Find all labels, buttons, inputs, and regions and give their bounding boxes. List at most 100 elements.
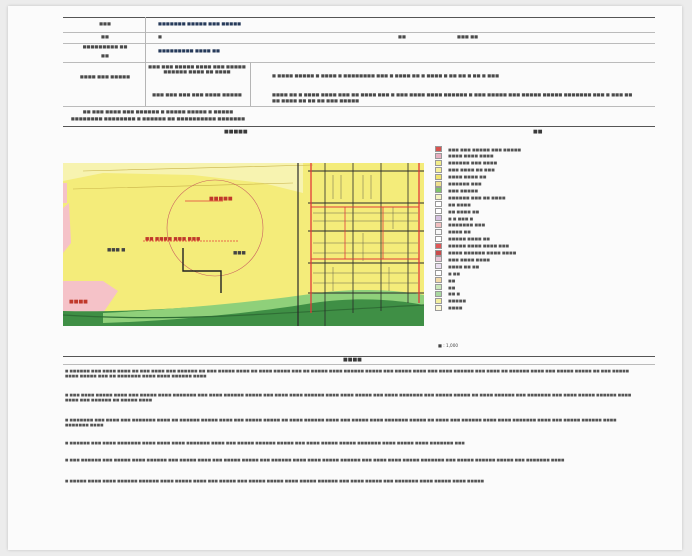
legend-swatch (435, 304, 442, 311)
map-scale: ■ : 1,000 (438, 343, 459, 348)
legend-item: ■■■■■■■ ■■■ (435, 221, 486, 228)
legend-item: ■■■■■■ ■■■ ■■■■ (435, 159, 498, 166)
legend-swatch (435, 180, 442, 187)
legend-label: ■■ (448, 284, 456, 290)
row4-value1: ■ ■■■■ ■■■■■ ■ ■■■■ ■ ■■■■■■■■ ■■■ ■ ■■■… (272, 73, 500, 78)
table-note-1: ■■ ■■■ ■■■■ ■■■ ■■■■■■ ■ ■■■■■ ■■■■■ ■ ■… (82, 109, 234, 114)
map-label: ■■■■■ (209, 196, 233, 202)
legend-label: ■■■■■ ■■■■ ■■■■ ■■■ (448, 243, 510, 249)
legend-swatch (435, 297, 442, 304)
legend-swatch (435, 152, 442, 159)
legend-label: ■■■ ■■■■ ■■■■ (448, 256, 490, 262)
legend-swatch (435, 228, 442, 235)
legend-item: ■■ ■ (435, 290, 460, 297)
table-rule (63, 106, 655, 107)
legend-label: ■■■■■■ ■■■ (448, 181, 482, 186)
legend-item: ■■■■ ■■■■ ■■■■ (435, 152, 494, 159)
paragraph: ■ ■■■ ■■■■■■ ■■■ ■■■■■ ■■■■ ■■■■■■ ■■■ ■… (65, 458, 565, 462)
paragraph: ■ ■■■■■■■ ■■■ ■■■■ ■■■ ■■■■■■■ ■■■■ ■■ ■… (65, 418, 617, 427)
table-note-2: ■■■■■■■■ ■■■■■■■■ ■ ■■■■■■ ■■ ■■■■■■■■■■… (70, 116, 246, 121)
legend-swatch (435, 166, 442, 173)
legend-item: ■■■■■ ■■■■ ■■ (435, 235, 490, 242)
row3-label: ■■■■■■■■■ ■■ (82, 44, 128, 49)
legend-label: ■■■■■■ ■■■ ■■■■ (448, 160, 498, 166)
legend-item: ■■■ ■■■ ■■■■■ ■■■ ■■■■■ (435, 146, 521, 152)
legend-swatch (435, 277, 442, 284)
legend-label: ■■ ■■■■ ■■ (448, 208, 480, 214)
legend-swatch (435, 263, 442, 270)
legend-label: ■ ■ ■■■ ■ (448, 215, 474, 221)
map-label: ■■ ■■■■ ■■■ ■■■ (145, 237, 200, 242)
row2-label2: ■■ (398, 34, 406, 39)
legend-label: ■■■■ ■■■■■■ ■■■■ ■■■■ (448, 250, 517, 255)
legend-swatch (435, 270, 442, 277)
row2-label: ■■ (101, 34, 109, 39)
legend-item: ■■■■ ■■■■ ■■ (435, 173, 487, 180)
legend-label: ■■■■ ■■ (448, 229, 471, 235)
legend-swatch (435, 208, 442, 215)
legend-swatch (435, 173, 442, 180)
legend-label: ■■■■ ■■ ■■ (448, 263, 480, 269)
row2-value2: ■■■ ■■ (457, 34, 479, 39)
legend-label: ■■■■■■■ ■■■ (448, 222, 486, 228)
legend-item: ■■■■ (435, 304, 463, 311)
legend-item: ■■■■■■ ■■■ (435, 180, 482, 187)
map-label: ■■■ (233, 251, 246, 256)
table-rule (63, 43, 655, 44)
legend-item: ■■ ■■■■ ■■ (435, 208, 480, 215)
paragraph: ■ ■■■■■ ■■■■ ■■■■ ■■■■■■ ■■■■■■ ■■■■ ■■■… (65, 479, 485, 483)
text-section-header: ■■■■ (343, 357, 362, 363)
map-label: ■■■ ■ (107, 248, 125, 253)
legend-swatch (435, 284, 442, 290)
legend-label: ■■■■■ (448, 298, 466, 304)
legend-swatch (435, 242, 442, 249)
row3-sublabel: ■■ (101, 53, 109, 58)
row4-sub2: ■■■ ■■■ ■■■ ■■■ ■■■■ ■■■■■ (152, 92, 242, 97)
legend-label: ■■■■ ■■■■ ■■■■ (448, 153, 494, 159)
row2-value: ■ (158, 34, 162, 39)
legend-item: ■■■■ ■■ ■■ (435, 263, 480, 270)
legend-swatch (435, 194, 442, 201)
table-rule-top (63, 17, 655, 18)
row4-value2b: ■■ ■■■■ ■■ ■■ ■■ ■■■ ■■■■■ (272, 98, 360, 103)
row4-value2a: ■■■■ ■■ ■ ■■■■ ■■■■ ■■■ ■■ ■■■■ ■■■ ■ ■■… (272, 92, 632, 97)
legend-item: ■■ ■■■■ (435, 201, 471, 208)
legend-label: ■■■■■■ ■■■ ■■ ■■■■ (448, 194, 506, 200)
legend-label: ■■■ ■■■■ ■■ ■■■ (448, 167, 495, 173)
legend-label: ■■■ ■■■■■ (448, 187, 478, 193)
row1-label: ■■■ (99, 21, 111, 26)
zoning-map: ■■■■■ ■■ ■■■■ ■■■ ■■■ ■■■ ■ ■■■■ ■■■ (63, 163, 424, 326)
row4-label: ■■■■ ■■■ ■■■■■ (79, 74, 131, 79)
legend-item: ■■■ ■■■■ ■■ ■■■ (435, 166, 495, 173)
legend-item: ■ ■ ■■■ ■ (435, 215, 473, 221)
table-rule (63, 62, 655, 63)
legend-item: ■■ (435, 277, 456, 284)
paragraph: ■ ■■■ ■■■■ ■■■■■ ■■■■ ■■■ ■■■■■ ■■■■ ■■■… (65, 393, 632, 402)
legend-label: ■■■■ (448, 305, 463, 311)
table-col-divider (145, 17, 146, 106)
legend-item: ■■■■ ■■■■■■ ■■■■ ■■■■ (435, 249, 517, 256)
legend-swatch (435, 146, 442, 152)
map-label: ■■■■ (69, 299, 88, 305)
legend-label: ■■■ ■■■ ■■■■■ ■■■ ■■■■■ (448, 146, 521, 152)
legend-swatch (435, 201, 442, 208)
legend-item: ■■■ ■■■■ ■■■■ (435, 256, 490, 263)
row1-value: ■■■■■■■ ■■■■■ ■■■ ■■■■■ (158, 21, 242, 26)
legend-swatch (435, 215, 442, 221)
legend-swatch (435, 221, 442, 228)
map-section-header: ■■■■■ (224, 129, 248, 135)
row4-sub1: ■■■ ■■■ ■■■■■ ■■■■ ■■■ ■■■■■ ■■■■■■ ■■■■… (148, 64, 246, 75)
legend-label: ■■■■ ■■■■ ■■ (448, 174, 487, 180)
legend-label: ■■ (448, 277, 456, 283)
legend-label: ■■ ■■■■ (448, 201, 471, 207)
legend-swatch (435, 235, 442, 242)
section-rule (63, 364, 655, 365)
legend-section-header: ■■ (533, 129, 543, 135)
legend-item: ■■■■■ ■■■■ ■■■■ ■■■ (435, 242, 510, 249)
legend-label: ■■■■■ ■■■■ ■■ (448, 236, 490, 242)
legend-swatch (435, 187, 442, 194)
legend-swatch (435, 249, 442, 256)
table-col-divider (250, 62, 251, 106)
table-rule (63, 126, 655, 127)
paragraph: ■ ■■■■■■ ■■■ ■■■■ ■■■■■■■ ■■■■ ■■■■ ■■■■… (65, 441, 465, 445)
